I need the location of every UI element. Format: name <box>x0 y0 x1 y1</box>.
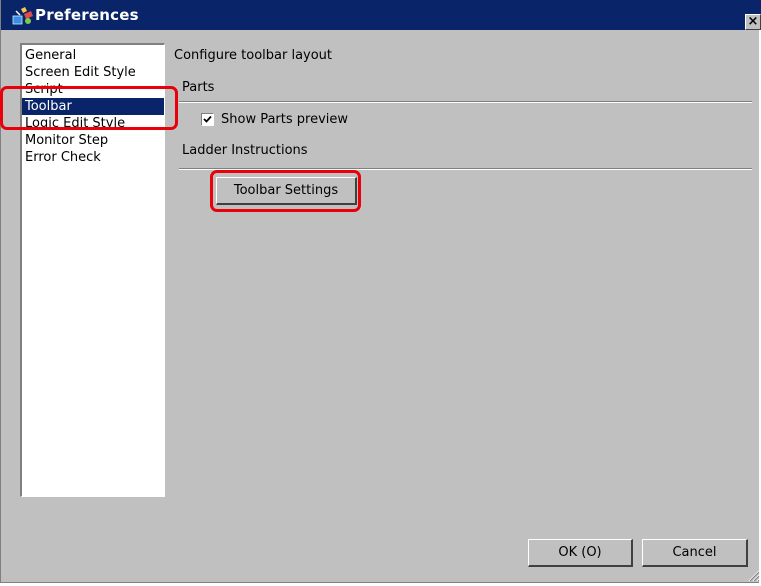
show-parts-preview-checkbox[interactable] <box>201 113 214 126</box>
window-title: Preferences <box>35 6 139 24</box>
close-button[interactable]: × <box>745 14 761 30</box>
category-item-general[interactable]: General <box>22 47 164 64</box>
category-item-label: Screen Edit Style <box>25 65 136 80</box>
category-item-label: Monitor Step <box>25 133 109 148</box>
preferences-app-icon <box>12 7 34 25</box>
highlight-toolbar-settings-annotation <box>210 170 361 212</box>
category-item-label: General <box>25 48 77 63</box>
category-item-label: Error Check <box>25 150 101 165</box>
category-item-error-check[interactable]: Error Check <box>22 149 164 166</box>
cancel-button[interactable]: Cancel <box>642 539 748 567</box>
category-item-screen-edit-style[interactable]: Screen Edit Style <box>22 64 164 81</box>
panel-heading: Configure toolbar layout <box>174 48 333 63</box>
ladder-instructions-section-label: Ladder Instructions <box>182 143 308 158</box>
parts-separator <box>179 101 752 103</box>
resize-grip-icon[interactable] <box>746 568 760 582</box>
parts-section-label: Parts <box>182 80 215 95</box>
ok-button[interactable]: OK (O) <box>528 539 633 567</box>
show-parts-preview-label[interactable]: Show Parts preview <box>221 112 348 127</box>
checkmark-icon <box>203 115 212 123</box>
highlight-toolbar-annotation <box>0 86 178 130</box>
title-bar[interactable]: Preferences × <box>1 0 761 30</box>
close-icon: × <box>747 14 759 29</box>
category-item-monitor-step[interactable]: Monitor Step <box>22 132 164 149</box>
